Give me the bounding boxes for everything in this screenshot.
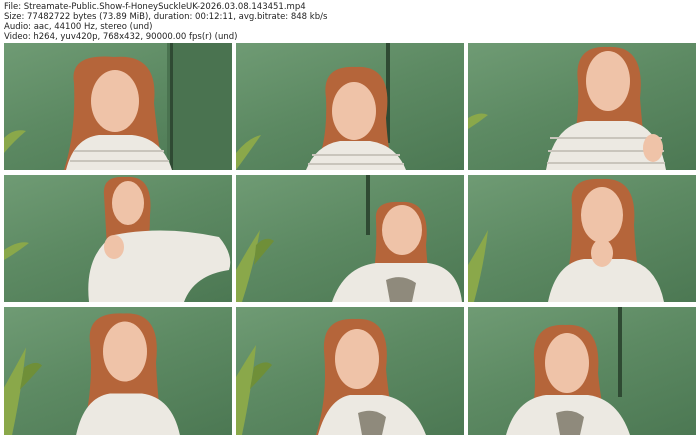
file-info-header: File: Streamate-Public.Show-f-HoneySuckl…: [4, 2, 694, 42]
thumbnail-5[interactable]: [236, 175, 464, 302]
video-frame-image: [4, 313, 180, 435]
thumbnail-6[interactable]: [468, 175, 696, 302]
audio-line: Audio: aac, 44100 Hz, stereo (und): [4, 22, 153, 32]
video-frame-image: [4, 43, 232, 170]
thumbnail-1[interactable]: [4, 43, 232, 170]
thumbnail-7[interactable]: [4, 307, 232, 435]
video-frame-image: [236, 318, 426, 435]
thumbnail-8[interactable]: [236, 307, 464, 435]
video-line: Video: h264, yuv420p, 768x432, 90000.00 …: [4, 32, 238, 42]
thumbnail-9[interactable]: [468, 307, 696, 435]
video-frame-image: [468, 46, 666, 170]
thumbnail-4[interactable]: [4, 175, 232, 302]
video-frame-image: [4, 176, 231, 302]
video-frame-image: [506, 307, 630, 435]
video-frame-image: [236, 43, 406, 170]
video-frame-image: [468, 178, 664, 302]
thumbnail-2[interactable]: [236, 43, 464, 170]
size-line: Size: 77482722 bytes (73.89 MiB), durati…: [4, 12, 328, 22]
file-line: File: Streamate-Public.Show-f-HoneySuckl…: [4, 2, 306, 12]
thumbnail-3[interactable]: [468, 43, 696, 170]
video-frame-image: [236, 175, 462, 302]
thumbnail-grid: [4, 43, 696, 435]
